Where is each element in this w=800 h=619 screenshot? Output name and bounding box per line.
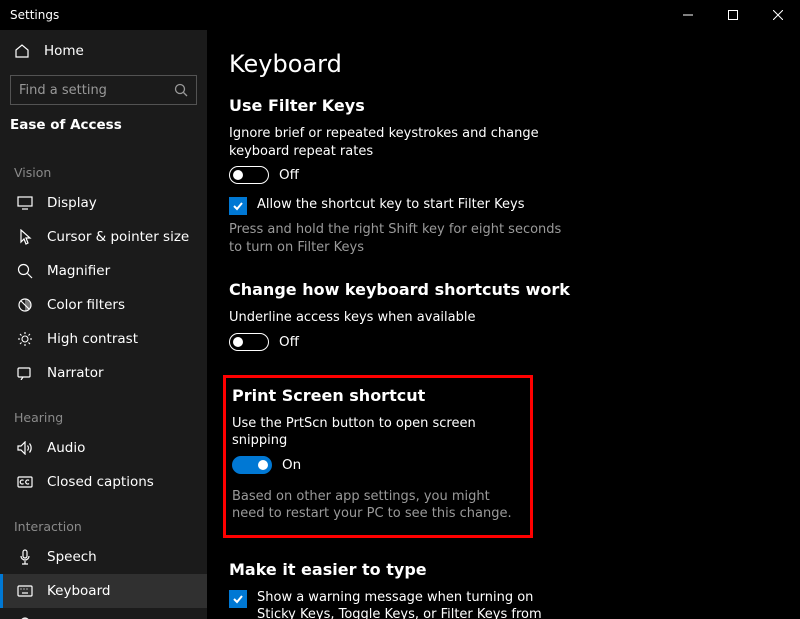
checkmark-icon — [232, 593, 244, 605]
sidebar-home[interactable]: Home — [0, 33, 207, 69]
search-placeholder: Find a setting — [19, 83, 174, 98]
easier-type-heading: Make it easier to type — [229, 560, 778, 579]
sidebar-item-display[interactable]: Display — [0, 186, 207, 220]
sidebar-item-audio[interactable]: Audio — [0, 431, 207, 465]
sidebar-item-mouse[interactable]: Mouse — [0, 608, 207, 619]
sidebar-item-colorfilters[interactable]: Color filters — [0, 288, 207, 322]
magnifier-icon — [17, 263, 33, 279]
home-icon — [14, 43, 30, 59]
maximize-button[interactable] — [710, 0, 755, 30]
sidebar-item-label: Cursor & pointer size — [47, 229, 189, 245]
sidebar-category: Ease of Access — [0, 113, 207, 145]
keyboard-icon — [17, 585, 33, 597]
group-label-vision: Vision — [0, 145, 207, 186]
narrator-icon — [17, 366, 33, 380]
search-icon — [174, 83, 188, 97]
sidebar-item-speech[interactable]: Speech — [0, 540, 207, 574]
sidebar-item-label: Display — [47, 195, 97, 211]
speech-icon — [17, 549, 33, 565]
sidebar-item-label: High contrast — [47, 331, 138, 347]
filter-keys-desc: Ignore brief or repeated keystrokes and … — [229, 125, 569, 160]
sidebar-item-cursor[interactable]: Cursor & pointer size — [0, 220, 207, 254]
closed-captions-icon — [17, 476, 33, 488]
highlight-printscreen: Print Screen shortcut Use the PrtScn but… — [223, 375, 533, 538]
sidebar-item-highcontrast[interactable]: High contrast — [0, 322, 207, 356]
printscreen-toggle-state: On — [282, 457, 301, 473]
sidebar-item-label: Audio — [47, 440, 85, 456]
section-shortcuts: Change how keyboard shortcuts work Under… — [229, 280, 778, 351]
section-easier-type: Make it easier to type Show a warning me… — [229, 560, 778, 619]
filter-keys-hint: Press and hold the right Shift key for e… — [229, 221, 569, 256]
filter-keys-heading: Use Filter Keys — [229, 96, 778, 115]
page-title: Keyboard — [229, 50, 778, 78]
sidebar-item-label: Color filters — [47, 297, 125, 313]
sidebar-item-label: Magnifier — [47, 263, 110, 279]
color-filters-icon — [17, 297, 33, 313]
sidebar-item-keyboard[interactable]: Keyboard — [0, 574, 207, 608]
printscreen-toggle[interactable] — [232, 456, 272, 474]
shortcuts-heading: Change how keyboard shortcuts work — [229, 280, 778, 299]
display-icon — [17, 196, 33, 210]
warning-label: Show a warning message when turning on S… — [257, 589, 567, 619]
printscreen-hint: Based on other app settings, you might n… — [232, 488, 518, 523]
minimize-button[interactable] — [665, 0, 710, 30]
search-input[interactable]: Find a setting — [10, 75, 197, 105]
sidebar: Home Find a setting Ease of Access Visio… — [0, 30, 207, 619]
sidebar-item-label: Narrator — [47, 365, 104, 381]
main-content: Keyboard Use Filter Keys Ignore brief or… — [207, 30, 800, 619]
close-button[interactable] — [755, 0, 800, 30]
sidebar-item-label: Keyboard — [47, 583, 110, 599]
section-filter-keys: Use Filter Keys Ignore brief or repeated… — [229, 96, 778, 256]
sidebar-item-label: Speech — [47, 549, 97, 565]
high-contrast-icon — [17, 331, 33, 347]
sidebar-item-closedcaptions[interactable]: Closed captions — [0, 465, 207, 499]
filter-keys-shortcut-checkbox[interactable] — [229, 197, 247, 215]
titlebar: Settings — [0, 0, 800, 30]
sidebar-item-narrator[interactable]: Narrator — [0, 356, 207, 390]
sidebar-item-magnifier[interactable]: Magnifier — [0, 254, 207, 288]
underline-access-keys-toggle[interactable] — [229, 333, 269, 351]
audio-icon — [17, 441, 33, 455]
warning-checkbox[interactable] — [229, 590, 247, 608]
group-label-hearing: Hearing — [0, 390, 207, 431]
underline-access-keys-state: Off — [279, 334, 299, 350]
sidebar-home-label: Home — [44, 43, 84, 59]
filter-keys-shortcut-label: Allow the shortcut key to start Filter K… — [257, 196, 524, 214]
checkmark-icon — [232, 200, 244, 212]
printscreen-heading: Print Screen shortcut — [232, 386, 518, 405]
group-label-interaction: Interaction — [0, 499, 207, 540]
shortcuts-desc: Underline access keys when available — [229, 309, 569, 327]
filter-keys-toggle-state: Off — [279, 167, 299, 183]
printscreen-desc: Use the PrtScn button to open screen sni… — [232, 415, 518, 450]
cursor-icon — [17, 229, 33, 245]
sidebar-item-label: Closed captions — [47, 474, 154, 490]
filter-keys-toggle[interactable] — [229, 166, 269, 184]
window-title: Settings — [10, 8, 59, 22]
